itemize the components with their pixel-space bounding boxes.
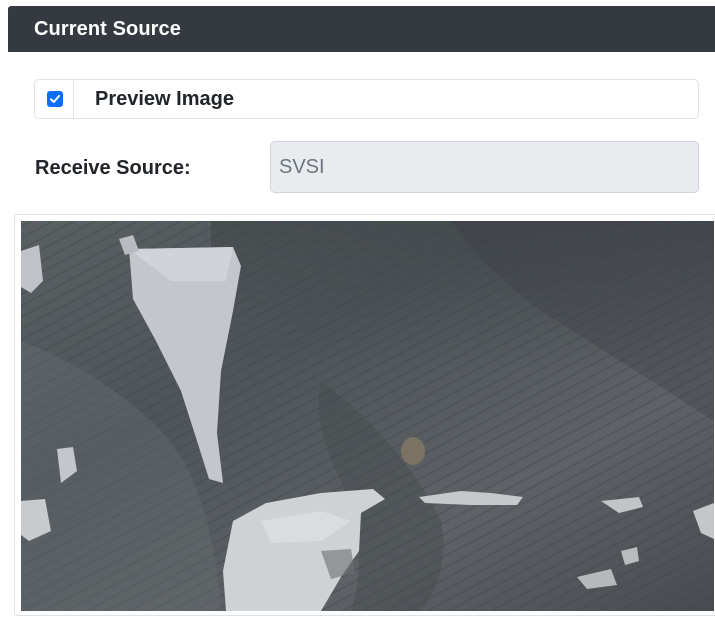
check-icon (50, 95, 60, 103)
receive-source-label: Receive Source: (35, 157, 191, 179)
preview-image-label: Preview Image (95, 88, 234, 110)
mountain-preview-graphic (21, 221, 714, 611)
panel-title: Current Source (34, 18, 181, 40)
preview-image-checkbox[interactable] (47, 91, 63, 107)
checkbox-cell[interactable] (35, 80, 74, 118)
panel-header: Current Source (8, 6, 715, 52)
preview-image-toggle-row[interactable]: Preview Image (34, 79, 699, 119)
preview-image-frame (14, 214, 715, 616)
receive-source-field[interactable] (270, 141, 699, 193)
preview-image (21, 221, 714, 611)
